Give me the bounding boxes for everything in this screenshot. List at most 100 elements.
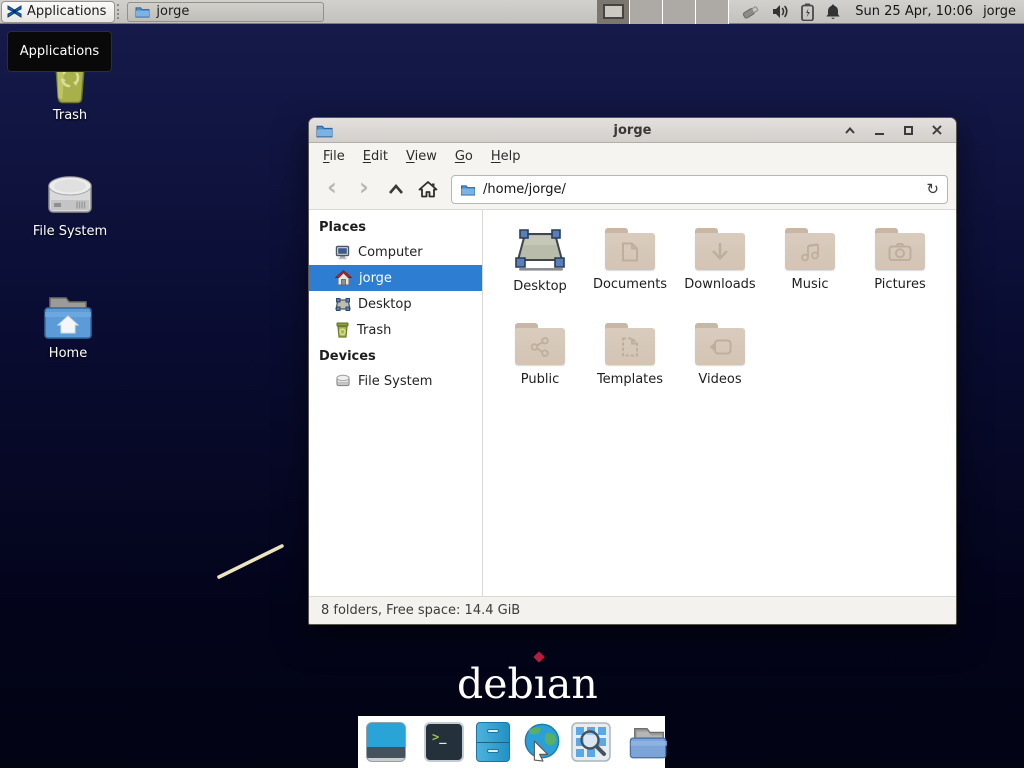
workspace-window-thumb bbox=[603, 4, 624, 19]
folder-item-public[interactable]: Public bbox=[495, 319, 585, 414]
sidebar-item-file-system[interactable]: File System bbox=[309, 368, 482, 394]
desktop-place-icon bbox=[335, 297, 351, 312]
minimize-button[interactable] bbox=[872, 123, 886, 137]
document-glyph bbox=[621, 242, 639, 262]
panel-username[interactable]: jorge bbox=[983, 4, 1016, 19]
folder-icon bbox=[605, 323, 655, 365]
folder-icon bbox=[875, 228, 925, 270]
menu-file[interactable]: File bbox=[315, 146, 353, 167]
music-note-glyph bbox=[800, 242, 820, 262]
menu-view[interactable]: View bbox=[398, 146, 445, 167]
desktop-icon-label: Trash bbox=[53, 108, 87, 123]
volume-icon[interactable] bbox=[772, 4, 790, 19]
notifications-bell-icon[interactable] bbox=[825, 3, 841, 20]
folder-item-pictures[interactable]: Pictures bbox=[855, 224, 945, 319]
video-camera-glyph bbox=[708, 339, 732, 355]
desktop-icon-home[interactable]: Home bbox=[22, 292, 114, 361]
sidebar: Places Computer jorge bbox=[309, 210, 483, 596]
camera-glyph bbox=[888, 242, 912, 261]
user-home-icon bbox=[335, 270, 352, 286]
folder-icon bbox=[515, 323, 565, 365]
reload-icon[interactable]: ↻ bbox=[926, 180, 939, 198]
trash-small-icon bbox=[335, 322, 350, 338]
removable-media-icon[interactable] bbox=[741, 3, 761, 20]
folder-icon bbox=[695, 228, 745, 270]
wallpaper-swirl-line bbox=[210, 538, 294, 586]
statusbar-text: 8 folders, Free space: 14.4 GiB bbox=[321, 603, 520, 618]
path-input[interactable] bbox=[483, 182, 919, 197]
forward-button[interactable]: › bbox=[349, 174, 379, 204]
file-manager-window: jorge × File Edit View Go Help ‹ › bbox=[308, 117, 957, 625]
folder-item-music[interactable]: Music bbox=[765, 224, 855, 319]
folder-icon bbox=[695, 323, 745, 365]
folder-item-templates[interactable]: Templates bbox=[585, 319, 675, 414]
menu-edit[interactable]: Edit bbox=[355, 146, 396, 167]
desktop-special-icon bbox=[513, 226, 567, 272]
sidebar-header-places: Places bbox=[309, 214, 482, 239]
web-browser-icon[interactable] bbox=[522, 722, 562, 762]
menu-go[interactable]: Go bbox=[447, 146, 481, 167]
debian-wordmark: debıan bbox=[457, 660, 598, 708]
workspace-4[interactable] bbox=[696, 0, 729, 24]
menu-help[interactable]: Help bbox=[483, 146, 529, 167]
menubar: File Edit View Go Help bbox=[309, 143, 956, 169]
window-titlebar[interactable]: jorge × bbox=[309, 118, 956, 143]
location-bar[interactable]: ↻ bbox=[451, 175, 948, 204]
directory-menu-icon[interactable] bbox=[629, 722, 669, 762]
folder-item-desktop[interactable]: Desktop bbox=[495, 224, 585, 319]
computer-icon bbox=[335, 245, 351, 260]
sidebar-item-trash[interactable]: Trash bbox=[309, 317, 482, 343]
xfce-menu-icon bbox=[7, 4, 22, 19]
applications-tooltip: Applications bbox=[7, 31, 112, 72]
terminal-icon[interactable]: >_ bbox=[424, 722, 464, 762]
up-button[interactable] bbox=[381, 174, 411, 204]
desktop-icon-label: Home bbox=[49, 346, 87, 361]
share-glyph bbox=[530, 337, 550, 357]
battery-charging-icon[interactable] bbox=[801, 3, 814, 21]
file-manager-icon[interactable] bbox=[476, 722, 510, 762]
folder-icon bbox=[605, 228, 655, 270]
sidebar-header-devices: Devices bbox=[309, 343, 482, 368]
home-folder-icon bbox=[42, 292, 94, 342]
download-arrow-glyph bbox=[710, 242, 730, 262]
window-folder-icon bbox=[316, 123, 333, 138]
statusbar: 8 folders, Free space: 14.4 GiB bbox=[309, 596, 956, 624]
sidebar-item-jorge[interactable]: jorge bbox=[309, 265, 482, 291]
application-finder-icon[interactable] bbox=[571, 722, 611, 762]
applications-menu-button[interactable]: Applications bbox=[1, 1, 115, 23]
hard-drive-icon bbox=[45, 172, 95, 220]
drive-small-icon bbox=[335, 374, 351, 388]
tooltip-text: Applications bbox=[20, 44, 99, 59]
workspace-3[interactable] bbox=[663, 0, 696, 24]
home-button[interactable] bbox=[413, 174, 443, 204]
path-folder-icon bbox=[460, 183, 476, 196]
top-panel: Applications jorge bbox=[0, 0, 1024, 24]
folder-grid: Desktop Documents bbox=[495, 224, 956, 414]
desktop-icon-file-system[interactable]: File System bbox=[24, 172, 116, 239]
taskbar-window-label: jorge bbox=[156, 4, 189, 19]
shade-button[interactable] bbox=[843, 123, 857, 137]
taskbar-window-button[interactable]: jorge bbox=[127, 2, 324, 22]
sidebar-item-computer[interactable]: Computer bbox=[309, 239, 482, 265]
file-view[interactable]: Desktop Documents bbox=[483, 210, 956, 596]
workspace-1[interactable] bbox=[597, 0, 630, 24]
back-button[interactable]: ‹ bbox=[317, 174, 347, 204]
folder-item-documents[interactable]: Documents bbox=[585, 224, 675, 319]
close-button[interactable]: × bbox=[930, 123, 944, 137]
workspace-2[interactable] bbox=[630, 0, 663, 24]
folder-item-videos[interactable]: Videos bbox=[675, 319, 765, 414]
workspace-switcher bbox=[597, 0, 729, 24]
maximize-button[interactable] bbox=[901, 123, 915, 137]
sidebar-item-desktop[interactable]: Desktop bbox=[309, 291, 482, 317]
show-desktop-icon[interactable] bbox=[366, 722, 406, 762]
debian-diamond-dot bbox=[533, 651, 544, 662]
applications-menu-label: Applications bbox=[27, 4, 106, 19]
panel-clock[interactable]: Sun 25 Apr, 10:06 bbox=[855, 4, 973, 19]
folder-item-downloads[interactable]: Downloads bbox=[675, 224, 765, 319]
panel-drag-handle[interactable] bbox=[117, 4, 125, 19]
folder-icon bbox=[785, 228, 835, 270]
folder-icon bbox=[135, 5, 150, 18]
system-tray bbox=[741, 3, 841, 21]
toolbar: ‹ › ↻ bbox=[309, 169, 956, 210]
dock-panel: >_ bbox=[358, 716, 665, 768]
